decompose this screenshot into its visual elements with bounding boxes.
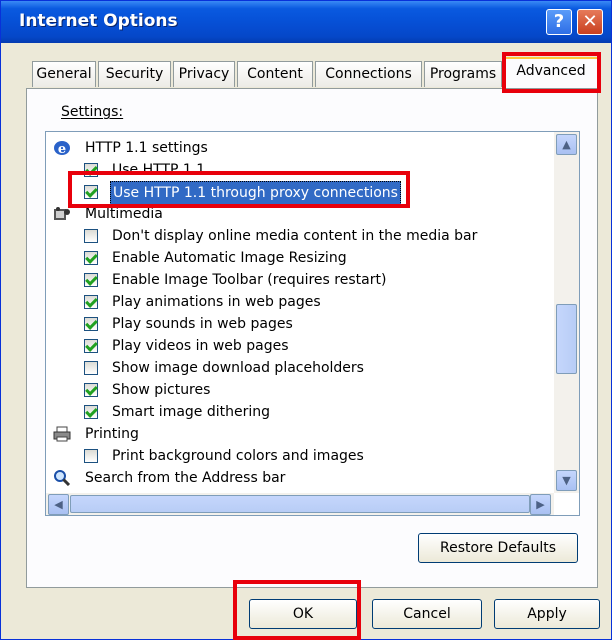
setting-label: Show image download placeholders [112, 360, 364, 376]
scroll-right-button[interactable]: ▶ [530, 494, 551, 515]
tab-security[interactable]: Security [98, 61, 171, 87]
category-label: Search from the Address bar [85, 470, 286, 486]
apply-button[interactable]: Apply [494, 599, 600, 629]
printer-icon [53, 426, 71, 442]
close-button[interactable]: ✕ [577, 9, 603, 35]
scroll-down-button[interactable]: ▼ [556, 470, 577, 491]
checkbox[interactable] [84, 163, 98, 177]
hscroll-thumb[interactable] [70, 495, 530, 513]
checkbox[interactable] [84, 405, 98, 419]
setting-label: Play videos in web pages [112, 338, 289, 354]
multimedia-icon [54, 207, 70, 220]
category-label: Printing [85, 426, 139, 442]
checkbox[interactable] [84, 185, 98, 199]
settings-list[interactable]: e HTTP 1.1 settings Use HTTP 1.1 Use HTT… [45, 131, 580, 516]
svg-text:e: e [58, 142, 66, 156]
checkbox[interactable] [84, 295, 98, 309]
ok-button[interactable]: OK [249, 599, 357, 629]
tab-content[interactable]: Content [237, 61, 313, 87]
tab-connections[interactable]: Connections [315, 61, 422, 87]
scroll-up-button[interactable]: ▲ [556, 134, 577, 155]
tab-advanced[interactable]: Advanced [504, 57, 598, 89]
setting-label: Smart image dithering [112, 404, 271, 420]
settings-label: Settings: [61, 104, 124, 120]
checkbox[interactable] [84, 361, 98, 375]
setting-label: Don't display online media content in th… [112, 228, 478, 244]
horizontal-scrollbar[interactable]: ◀ ▶ [46, 493, 554, 515]
checkbox[interactable] [84, 383, 98, 397]
setting-label: Play sounds in web pages [112, 316, 293, 332]
restore-defaults-button[interactable]: Restore Defaults [418, 533, 578, 563]
setting-label: Print background colors and images [112, 448, 364, 464]
checkbox[interactable] [84, 273, 98, 287]
window-title: Internet Options [19, 11, 178, 31]
setting-label: Show pictures [112, 382, 211, 398]
magnifier-icon [54, 470, 71, 486]
setting-label: Play animations in web pages [112, 294, 321, 310]
checkbox[interactable] [84, 449, 98, 463]
title-bar[interactable]: Internet Options ? ✕ [1, 1, 611, 43]
category-label: HTTP 1.1 settings [85, 140, 208, 156]
setting-label: Enable Image Toolbar (requires restart) [112, 272, 387, 288]
scroll-left-button[interactable]: ◀ [48, 494, 69, 515]
cancel-button[interactable]: Cancel [372, 599, 482, 629]
setting-label: Use HTTP 1.1 through proxy connections [110, 181, 401, 205]
help-button[interactable]: ? [546, 9, 572, 35]
ie-logo-icon: e [54, 141, 70, 156]
internet-options-dialog: Internet Options ? ✕ General Security Pr… [0, 0, 612, 640]
vertical-scrollbar[interactable]: ▲ ▼ [554, 132, 579, 493]
scroll-thumb[interactable] [556, 304, 577, 374]
setting-label: Use HTTP 1.1 [112, 162, 206, 178]
setting-label: Enable Automatic Image Resizing [112, 250, 347, 266]
checkbox[interactable] [84, 251, 98, 265]
checkbox[interactable] [84, 317, 98, 331]
checkbox[interactable] [84, 229, 98, 243]
tab-general[interactable]: General [32, 61, 96, 87]
category-label: Multimedia [85, 206, 163, 222]
tab-programs[interactable]: Programs [424, 61, 502, 87]
checkbox[interactable] [84, 339, 98, 353]
tab-privacy[interactable]: Privacy [173, 61, 235, 87]
